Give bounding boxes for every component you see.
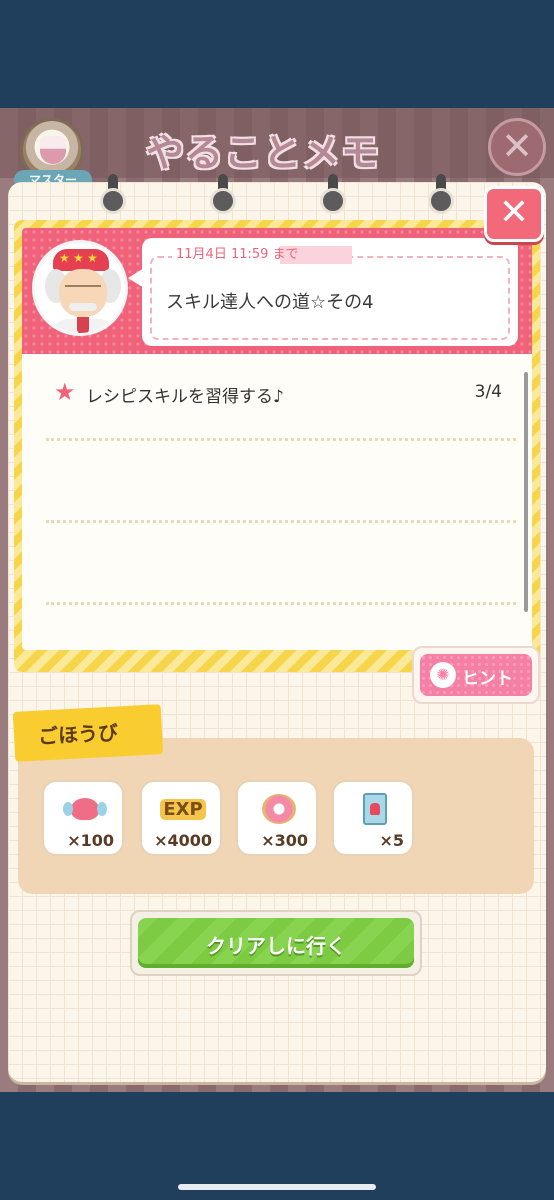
- task-label: レシピスキルを習得する♪: [86, 387, 284, 407]
- binder-rings: [8, 174, 546, 214]
- reward-item: ×100: [42, 780, 124, 856]
- star-icon: ★: [54, 378, 76, 406]
- mission-deadline: 11月4日 11:59 まで: [172, 246, 352, 264]
- divider: [46, 602, 516, 605]
- memo-dialog: ★ ★ ★ 11月4日 11:59 まで スキル達人への道☆その4 ★ レシピス…: [8, 174, 546, 1082]
- close-button[interactable]: ✕: [484, 186, 544, 242]
- reward-count: ×300: [261, 831, 308, 850]
- divider: [46, 520, 516, 523]
- task-row: ★ レシピスキルを習得する♪ 3/4: [46, 374, 516, 414]
- task-list-scrollbar[interactable]: [524, 372, 528, 612]
- binder-ring: [320, 174, 346, 214]
- divider: [46, 438, 516, 441]
- game-stage: マスター やることメモ ✕ ★ ★ ★ 11月4日 11:59 まで スキル達人…: [0, 108, 554, 1092]
- reward-tag: ごほうび: [12, 704, 164, 762]
- home-indicator[interactable]: [178, 1184, 376, 1190]
- task-progress: 3/4: [474, 382, 502, 402]
- go-clear-label: クリアしに行く: [206, 934, 346, 958]
- reward-item: EXP ×4000: [140, 780, 222, 856]
- binder-ring: [100, 174, 126, 214]
- reward-item: ×300: [236, 780, 318, 856]
- donut-icon: [260, 792, 298, 826]
- close-icon: ✕: [498, 192, 530, 233]
- mission-panel: ★ ★ ★ 11月4日 11:59 まで スキル達人への道☆その4 ★ レシピス…: [22, 228, 532, 650]
- go-clear-button[interactable]: クリアしに行く: [130, 910, 422, 976]
- card-icon: [356, 792, 394, 826]
- mission-title: スキル達人への道☆その4: [166, 292, 374, 313]
- reward-item: ×5: [332, 780, 414, 856]
- chef-avatar-icon: ★ ★ ★: [32, 240, 128, 336]
- hint-label: ヒント: [462, 669, 513, 689]
- close-icon: ✕: [501, 124, 533, 168]
- binder-ring: [428, 174, 454, 214]
- binder-ring: [210, 174, 236, 214]
- background-close-button[interactable]: ✕: [488, 118, 546, 176]
- reward-count: ×5: [379, 831, 404, 850]
- reward-count: ×4000: [154, 831, 212, 850]
- heart-wings-icon: [63, 792, 107, 826]
- hint-button[interactable]: ✺ ヒント: [412, 646, 540, 704]
- lightbulb-icon: ✺: [430, 662, 456, 688]
- mission-speech-bubble: 11月4日 11:59 まで スキル達人への道☆その4: [128, 238, 518, 346]
- status-bar-area: [0, 0, 554, 108]
- reward-title: ごほうび: [37, 720, 119, 749]
- page-title: やることメモ: [146, 131, 381, 175]
- mission-header: ★ ★ ★ 11月4日 11:59 まで スキル達人への道☆その4: [22, 228, 532, 354]
- exp-icon: EXP: [160, 792, 206, 826]
- mission-frame: ★ ★ ★ 11月4日 11:59 まで スキル達人への道☆その4 ★ レシピス…: [14, 220, 540, 672]
- flask-icon: [40, 136, 66, 164]
- reward-count: ×100: [67, 831, 114, 850]
